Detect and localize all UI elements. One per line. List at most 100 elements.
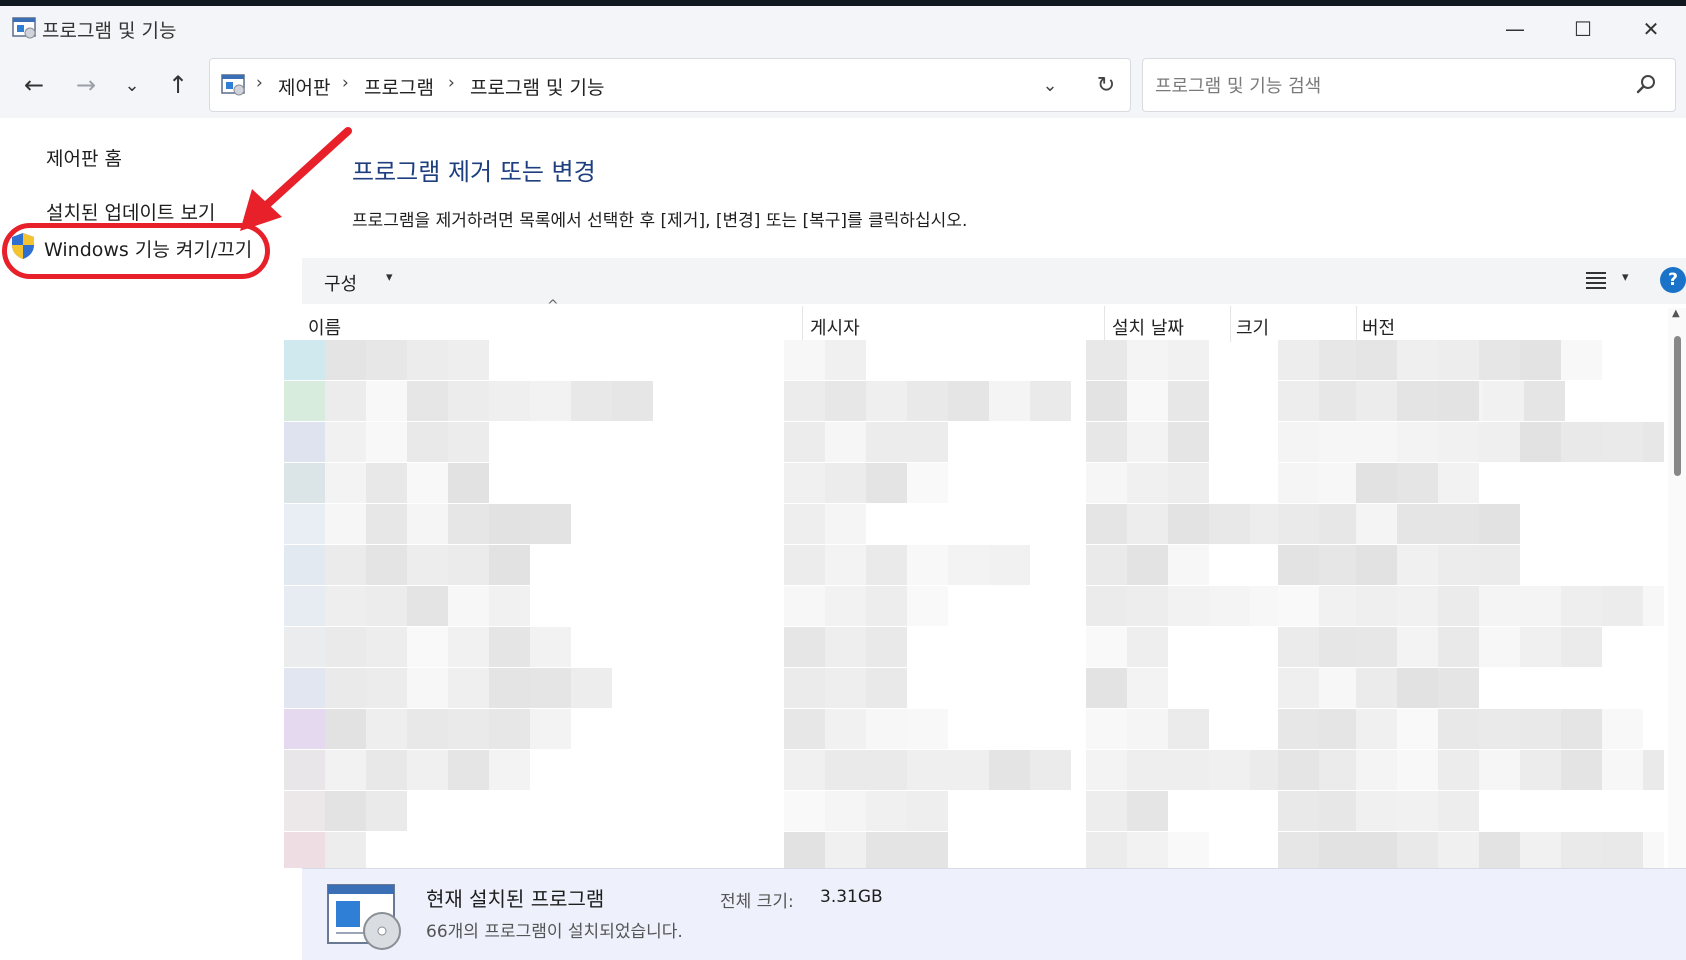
obscured-cell [489, 381, 530, 421]
obscured-cell [366, 463, 407, 503]
obscured-cell [1168, 750, 1209, 790]
refresh-button[interactable]: ↻ [1088, 69, 1124, 101]
obscured-cell [407, 504, 448, 544]
search-input[interactable] [1153, 71, 1617, 101]
column-header-size[interactable]: 크기 [1236, 314, 1269, 340]
breadcrumb-programs-features[interactable]: 프로그램 및 기능 [470, 73, 604, 100]
obscured-cell [366, 750, 407, 790]
column-header-install-date[interactable]: 설치 날짜 [1112, 314, 1184, 340]
obscured-cell [1086, 832, 1127, 868]
obscured-cell [989, 381, 1030, 421]
table-row[interactable] [284, 504, 1664, 544]
obscured-cell [1356, 340, 1397, 380]
installed-programs-icon [327, 884, 401, 950]
obscured-cell [1397, 709, 1438, 749]
table-row[interactable] [284, 545, 1664, 585]
column-divider[interactable] [1104, 306, 1105, 342]
obscured-cell [1438, 422, 1479, 462]
table-row[interactable] [284, 832, 1664, 868]
column-header-name[interactable]: 이름 [308, 314, 341, 340]
obscured-cell [907, 586, 948, 626]
column-header-publisher[interactable]: 게시자 [810, 314, 860, 340]
table-row[interactable] [284, 463, 1664, 503]
obscured-cell [1319, 627, 1360, 667]
up-button[interactable]: ↑ [158, 68, 198, 102]
table-row[interactable] [284, 340, 1664, 380]
column-divider[interactable] [1356, 306, 1357, 342]
back-button[interactable]: ← [14, 68, 54, 102]
obscured-cell [1397, 340, 1438, 380]
obscured-cell [325, 586, 366, 626]
table-row[interactable] [284, 791, 1664, 831]
obscured-cell [448, 545, 489, 585]
recent-locations-button[interactable]: ⌄ [112, 68, 152, 102]
obscured-cell [1127, 627, 1168, 667]
scroll-up-icon[interactable]: ▲ [1672, 308, 1680, 319]
table-row[interactable] [284, 422, 1664, 462]
address-dropdown-button[interactable]: ⌄ [1032, 69, 1068, 101]
obscured-cell [784, 627, 825, 667]
table-row[interactable] [284, 750, 1664, 790]
column-header-version[interactable]: 버전 [1362, 314, 1395, 340]
search-box[interactable] [1142, 58, 1676, 112]
table-row[interactable] [284, 381, 1664, 421]
obscured-cell [1438, 668, 1479, 708]
obscured-cell [825, 791, 866, 831]
obscured-cell [366, 709, 407, 749]
obscured-cell [325, 504, 366, 544]
total-size-label: 전체 크기: [720, 892, 794, 912]
table-row[interactable] [284, 668, 1664, 708]
search-icon[interactable] [1633, 71, 1661, 99]
obscured-cell [325, 422, 366, 462]
breadcrumb-programs[interactable]: 프로그램 [364, 73, 434, 100]
control-panel-home-link[interactable]: 제어판 홈 [46, 144, 122, 171]
obscured-cell [866, 791, 907, 831]
obscured-cell [284, 586, 325, 626]
forward-button[interactable]: → [66, 68, 106, 102]
obscured-cell [907, 750, 948, 790]
obscured-cell [284, 504, 325, 544]
organize-button[interactable]: 구성 [324, 270, 357, 296]
obscured-cell [1086, 463, 1127, 503]
maximize-button[interactable]: ☐ [1548, 12, 1618, 46]
obscured-cell [1479, 750, 1520, 790]
program-list[interactable] [284, 340, 1664, 868]
obscured-cell [1168, 709, 1209, 749]
obscured-cell [907, 463, 948, 503]
obscured-cell [1438, 709, 1479, 749]
obscured-cell [1397, 504, 1438, 544]
column-headers: ^ 이름 게시자 설치 날짜 크기 버전 [302, 298, 1666, 342]
address-bar[interactable]: › 제어판 › 프로그램 › 프로그램 및 기능 ⌄ ↻ [209, 58, 1131, 112]
obscured-cell [407, 668, 448, 708]
obscured-cell [784, 422, 825, 462]
view-options-caret-icon[interactable]: ▾ [1622, 270, 1629, 285]
obscured-cell [1278, 709, 1319, 749]
view-installed-updates-link[interactable]: 설치된 업데이트 보기 [46, 198, 215, 225]
vertical-scrollbar[interactable]: ▲ [1668, 308, 1686, 868]
obscured-cell [1356, 832, 1397, 868]
help-button[interactable]: ? [1660, 267, 1686, 293]
obscured-cell [1561, 340, 1602, 380]
minimize-button[interactable]: — [1480, 12, 1550, 46]
obscured-cell [1397, 791, 1438, 831]
details-pane: 현재 설치된 프로그램 전체 크기: 3.31GB 66개의 프로그램이 설치되… [302, 868, 1686, 960]
table-row[interactable] [284, 709, 1664, 749]
table-row[interactable] [284, 586, 1664, 626]
table-row[interactable] [284, 627, 1664, 667]
obscured-cell [1561, 422, 1602, 462]
obscured-cell [1127, 668, 1168, 708]
organize-caret-icon[interactable]: ▾ [386, 270, 393, 285]
column-divider[interactable] [802, 306, 803, 342]
obscured-cell [1438, 545, 1479, 585]
close-button[interactable]: ✕ [1616, 12, 1686, 46]
view-options-icon[interactable] [1584, 268, 1608, 292]
obscured-cell [489, 750, 530, 790]
scrollbar-thumb[interactable] [1674, 336, 1681, 476]
column-divider[interactable] [1230, 306, 1231, 342]
obscured-cell [284, 463, 325, 503]
obscured-cell [1319, 586, 1360, 626]
obscured-cell [1479, 504, 1520, 544]
obscured-cell [784, 463, 825, 503]
obscured-cell [407, 381, 448, 421]
breadcrumb-control-panel[interactable]: 제어판 [278, 73, 330, 100]
